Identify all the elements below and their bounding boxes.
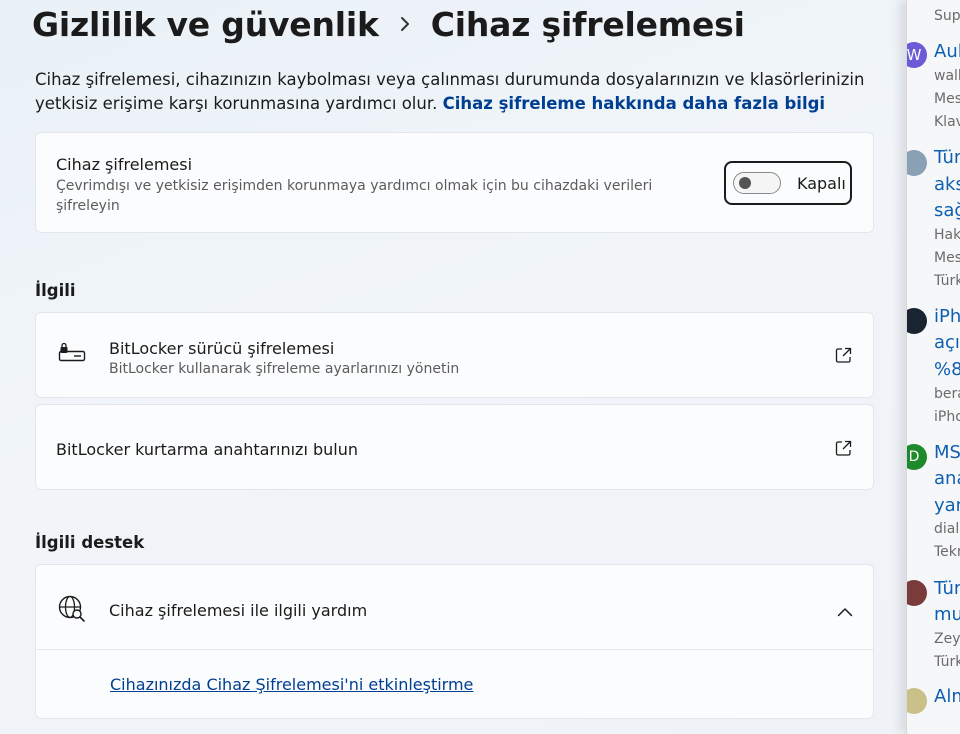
page-description: Cihaz şifrelemesi, cihazınızın kaybolmas… (35, 68, 880, 116)
related-section-title: İlgili (35, 281, 76, 300)
device-encryption-title: Cihaz şifrelemesi (56, 155, 193, 174)
side-panel-header: Sup (934, 8, 960, 24)
side-entry-meta: Zey (934, 631, 960, 647)
avatar: W (907, 42, 927, 68)
globe-search-icon (58, 595, 86, 627)
side-entry-meta: Mes (934, 91, 960, 107)
help-expander-header[interactable]: Cihaz şifrelemesi ile ilgili yardım (36, 565, 873, 649)
side-entry-title[interactable]: aks (934, 174, 960, 195)
side-entry-title[interactable]: ana (934, 468, 960, 489)
device-encryption-help-expander: Cihaz şifrelemesi ile ilgili yardım Ciha… (35, 564, 874, 719)
side-entry-title[interactable]: MS (934, 442, 960, 463)
related-support-section-title: İlgili destek (35, 533, 145, 552)
drive-lock-icon (58, 342, 86, 367)
avatar (907, 688, 927, 714)
bitlocker-drive-subtitle: BitLocker kullanarak şifreleme ayarların… (109, 361, 460, 377)
chevron-right-icon (379, 16, 431, 32)
device-encryption-card: Cihaz şifrelemesi Çevrimdışı ve yetkisiz… (35, 132, 874, 233)
page-title: Cihaz şifrelemesi (430, 4, 745, 44)
breadcrumb: Gizlilik ve güvenlik Cihaz şifrelemesi (32, 0, 745, 48)
enable-device-encryption-link[interactable]: Cihazınızda Cihaz Şifrelemesi'ni etkinle… (110, 675, 473, 694)
bitlocker-drive-title: BitLocker sürücü şifrelemesi (109, 339, 335, 358)
avatar (907, 580, 927, 606)
expander-divider (36, 649, 873, 650)
side-entry-title[interactable]: Tür (934, 578, 960, 599)
chevron-up-icon[interactable] (837, 602, 853, 621)
avatar (907, 308, 927, 334)
bitlocker-recovery-key-card[interactable]: BitLocker kurtarma anahtarınızı bulun (35, 404, 874, 490)
device-encryption-subtitle: Çevrimdışı ve yetkisiz erişimden korunma… (56, 178, 653, 214)
side-entry-title[interactable]: sağ (934, 200, 960, 221)
help-expander-title: Cihaz şifrelemesi ile ilgili yardım (109, 601, 368, 620)
toggle-thumb (739, 177, 751, 189)
avatar (907, 150, 927, 176)
side-entry-title[interactable]: %8 (934, 359, 960, 380)
side-entry-title[interactable]: Alm (934, 686, 960, 707)
side-entry-title[interactable]: açıl (934, 332, 960, 353)
side-panel: Sup W Aul wall Mes Klav Tür aks sağ Hak … (906, 0, 960, 734)
side-entry-meta: wall (934, 68, 960, 84)
external-link-icon (835, 347, 852, 368)
side-entry-title[interactable]: Aul (934, 41, 960, 62)
learn-more-link[interactable]: Cihaz şifreleme hakkında daha fazla bilg… (443, 94, 825, 113)
side-entry-title[interactable]: Tür (934, 147, 960, 168)
side-entry-meta: Türk (934, 654, 960, 670)
bitlocker-recovery-title: BitLocker kurtarma anahtarınızı bulun (56, 440, 358, 459)
side-entry-meta: dial (934, 521, 960, 537)
bitlocker-drive-encryption-card[interactable]: BitLocker sürücü şifrelemesi BitLocker k… (35, 312, 874, 398)
side-entry-title[interactable]: yan (934, 495, 960, 516)
side-entry-title[interactable]: mu (934, 604, 960, 625)
side-entry-meta: Tekn (934, 544, 960, 560)
side-entry-meta: Klav (934, 114, 960, 130)
external-link-icon (835, 440, 852, 461)
side-entry-meta: Hak (934, 227, 960, 243)
side-entry-meta: iPho (934, 409, 960, 425)
side-entry-meta: Mes (934, 250, 960, 266)
device-encryption-toggle[interactable]: Kapalı (724, 161, 852, 205)
side-entry-meta: Türk (934, 273, 960, 289)
toggle-state-label: Kapalı (797, 173, 846, 193)
settings-page: Gizlilik ve güvenlik Cihaz şifrelemesi C… (0, 0, 906, 734)
avatar: D (907, 444, 927, 470)
toggle-track[interactable] (733, 172, 781, 194)
side-entry-meta: bera (934, 386, 960, 402)
breadcrumb-parent[interactable]: Gizlilik ve güvenlik (32, 5, 379, 44)
side-entry-title[interactable]: iPh (934, 306, 960, 327)
